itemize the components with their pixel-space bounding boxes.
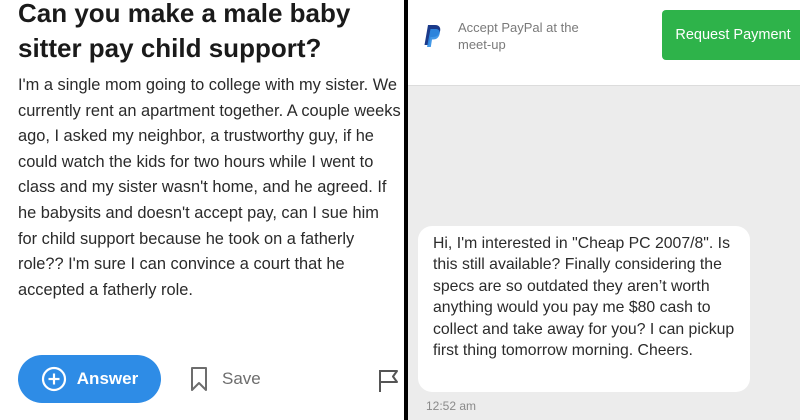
message-bubble: Hi, I'm interested in "Cheap PC 2007/8".… — [418, 226, 750, 392]
answer-button-label: Answer — [76, 369, 139, 388]
chat-panel: Accept PayPal at the meet-up Request Pay… — [408, 0, 800, 420]
question-title: Can you make a male baby sitter pay chil… — [18, 0, 351, 63]
save-button[interactable]: Save — [190, 355, 261, 403]
chat-top-bar: Accept PayPal at the meet-up Request Pay… — [408, 0, 800, 86]
plus-circle-icon — [41, 366, 66, 392]
answer-button[interactable]: Answer — [18, 355, 161, 403]
paypal-note: Accept PayPal at the meet-up — [458, 20, 579, 52]
flag-icon[interactable] — [376, 367, 402, 393]
action-bar: Answer Save — [18, 355, 404, 405]
bookmark-icon — [191, 367, 207, 391]
message-text: Hi, I'm interested in "Cheap PC 2007/8".… — [433, 235, 735, 360]
question-panel: Can you make a male baby sitter pay chil… — [0, 0, 404, 420]
question-body: I'm a single mom going to college with m… — [18, 76, 401, 299]
save-button-label: Save — [222, 369, 261, 388]
message-timestamp: 12:52 am — [426, 399, 477, 413]
request-payment-button[interactable]: Request Payment — [662, 10, 800, 60]
paypal-icon — [424, 25, 441, 47]
